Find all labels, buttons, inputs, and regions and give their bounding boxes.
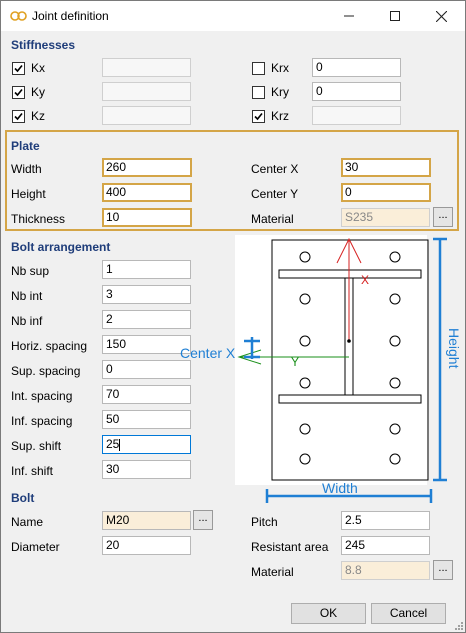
minimize-icon xyxy=(344,15,354,17)
kz-checkbox[interactable] xyxy=(12,110,25,123)
bolt-hole-icon xyxy=(299,293,311,305)
krx-checkbox[interactable] xyxy=(252,62,265,75)
bolt-hole-icon xyxy=(389,377,401,389)
bolt-title: Bolt xyxy=(11,491,35,505)
kx-field[interactable] xyxy=(102,58,191,77)
plate-thickness-field[interactable]: 10 xyxy=(102,208,192,227)
plate-material-label: Material xyxy=(251,212,294,226)
bolt-material-field[interactable]: 8.8 xyxy=(341,561,430,580)
kz-label: Kz xyxy=(31,109,46,123)
bolt-material-browse-button[interactable]: ... xyxy=(433,560,453,580)
kry-field[interactable]: 0 xyxy=(312,82,401,101)
krz-checkbox[interactable] xyxy=(252,110,265,123)
bolt-hole-icon xyxy=(299,423,311,435)
plate-centerx-label: Center X xyxy=(251,162,299,176)
origin-dot xyxy=(347,339,351,343)
bolt-hole-icon xyxy=(389,423,401,435)
sup-shift-value: 25 xyxy=(106,437,120,451)
bolt-pitch-field[interactable]: 2.5 xyxy=(341,511,430,530)
joint-definition-window: Joint definition Stiffnesses Kx Ky Kz Kr… xyxy=(0,0,466,633)
kx-checkbox[interactable] xyxy=(12,62,25,75)
bolt-area-field[interactable]: 245 xyxy=(341,536,430,555)
inf-shift-label: Inf. shift xyxy=(11,464,54,478)
close-button[interactable] xyxy=(418,1,464,31)
checkmark-icon xyxy=(254,112,263,121)
kz-field[interactable] xyxy=(102,106,191,125)
bolt-hole-icon xyxy=(389,293,401,305)
krz-field[interactable] xyxy=(312,106,401,125)
bolt-hole-icon xyxy=(299,453,311,465)
plate-height-label: Height xyxy=(11,187,46,201)
plate-material-field[interactable]: S235 xyxy=(341,208,430,227)
resize-grip-icon[interactable] xyxy=(453,620,464,631)
width-annotation: Width xyxy=(322,480,358,496)
bolt-area-label: Resistant area xyxy=(251,540,329,554)
window-title: Joint definition xyxy=(32,9,109,23)
text-caret xyxy=(119,438,121,451)
bolt-arrangement-title: Bolt arrangement xyxy=(11,240,111,254)
minimize-button[interactable] xyxy=(326,1,372,31)
nb-inf-label: Nb inf xyxy=(11,314,43,328)
ky-checkbox[interactable] xyxy=(12,86,25,99)
sup-spacing-label: Sup. spacing xyxy=(11,364,81,378)
bolt-diameter-label: Diameter xyxy=(11,540,60,554)
ky-label: Ky xyxy=(31,85,46,99)
stiffnesses-title: Stiffnesses xyxy=(11,38,76,52)
x-axis-label: X xyxy=(361,273,369,287)
krx-label: Krx xyxy=(271,61,289,75)
height-annotation: Height xyxy=(446,328,462,369)
bolt-name-label: Name xyxy=(11,515,44,529)
kry-checkbox[interactable] xyxy=(252,86,265,99)
bolt-hole-icon xyxy=(389,453,401,465)
nb-int-label: Nb int xyxy=(11,289,43,303)
krz-label: Krz xyxy=(271,109,289,123)
inf-spacing-label: Inf. spacing xyxy=(11,414,73,428)
plate-width-label: Width xyxy=(11,162,42,176)
bolt-name-field[interactable]: M20 xyxy=(102,511,191,530)
maximize-button[interactable] xyxy=(372,1,418,31)
plate-diagram: X Y Center X Height Width xyxy=(180,235,462,503)
krx-field[interactable]: 0 xyxy=(312,58,401,77)
bolt-hole-icon xyxy=(389,251,401,263)
nb-sup-label: Nb sup xyxy=(11,264,50,278)
checkmark-icon xyxy=(14,112,23,121)
y-axis-label: Y xyxy=(291,355,299,369)
bolt-hole-icon xyxy=(299,335,311,347)
plate-centerx-field[interactable]: 30 xyxy=(341,158,431,177)
horiz-spacing-label: Horiz. spacing xyxy=(11,339,88,353)
kx-label: Kx xyxy=(31,61,46,75)
cancel-button[interactable]: Cancel xyxy=(371,603,446,624)
checkmark-icon xyxy=(14,88,23,97)
bolt-material-label: Material xyxy=(251,565,294,579)
center-x-annotation: Center X xyxy=(180,345,236,361)
plate-title: Plate xyxy=(11,139,40,153)
title-bar: Joint definition xyxy=(1,1,465,31)
ky-field[interactable] xyxy=(102,82,191,101)
ok-button[interactable]: OK xyxy=(291,603,366,624)
bolt-hole-icon xyxy=(299,251,311,263)
bolt-hole-icon xyxy=(389,335,401,347)
joint-icon xyxy=(10,11,27,21)
plate-thickness-label: Thickness xyxy=(11,212,66,226)
int-spacing-label: Int. spacing xyxy=(11,389,73,403)
plate-centery-label: Center Y xyxy=(251,187,299,201)
kry-label: Kry xyxy=(271,85,289,99)
close-icon xyxy=(435,10,447,22)
sup-shift-label: Sup. shift xyxy=(11,439,62,453)
checkmark-icon xyxy=(14,64,23,73)
bolt-hole-icon xyxy=(299,377,311,389)
bolt-diameter-field[interactable]: 20 xyxy=(102,536,191,555)
bolt-pitch-label: Pitch xyxy=(251,515,278,529)
plate-centery-field[interactable]: 0 xyxy=(341,183,431,202)
diagram-background xyxy=(235,235,427,485)
plate-material-browse-button[interactable]: ... xyxy=(433,207,453,227)
bolt-name-browse-button[interactable]: ... xyxy=(193,510,213,530)
plate-width-field[interactable]: 260 xyxy=(102,158,192,177)
plate-height-field[interactable]: 400 xyxy=(102,183,192,202)
maximize-icon xyxy=(390,11,400,21)
